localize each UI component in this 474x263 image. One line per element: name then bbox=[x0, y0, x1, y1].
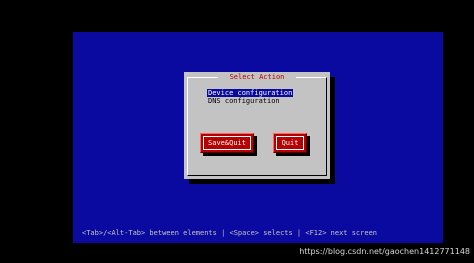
source-watermark: https://blog.csdn.net/gaochen1412771148 bbox=[299, 247, 470, 256]
action-list: Device configuration DNS configuration bbox=[207, 89, 294, 105]
quit-button[interactable]: Quit bbox=[273, 133, 307, 153]
save-quit-button-label: Save&Quit bbox=[203, 136, 251, 150]
quit-button-label: Quit bbox=[276, 136, 304, 150]
save-quit-button[interactable]: Save&Quit bbox=[200, 133, 254, 153]
terminal-screen: Select Action Device configuration DNS c… bbox=[0, 0, 474, 263]
menu-item-dns-configuration[interactable]: DNS configuration bbox=[207, 97, 293, 105]
select-action-dialog: Select Action Device configuration DNS c… bbox=[184, 72, 330, 179]
help-status-bar: <Tab>/<Alt-Tab> between elements | <Spac… bbox=[82, 229, 378, 237]
dialog-title: Select Action bbox=[218, 72, 296, 82]
menu-item-device-configuration[interactable]: Device configuration bbox=[207, 89, 294, 97]
